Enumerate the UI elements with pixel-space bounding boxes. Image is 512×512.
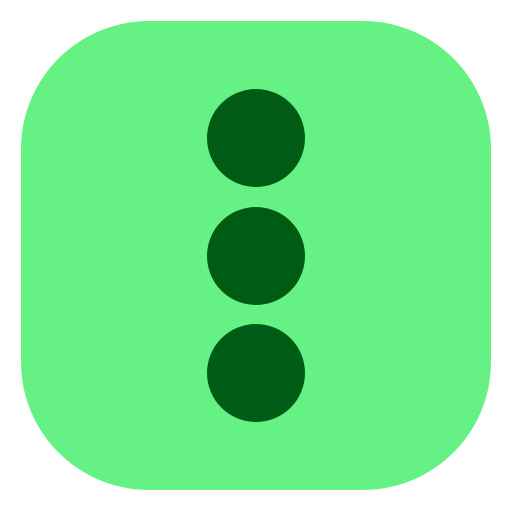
dot-middle bbox=[207, 207, 305, 305]
dot-bottom bbox=[207, 324, 305, 422]
dot-top bbox=[207, 89, 305, 187]
icon-canvas bbox=[0, 0, 512, 512]
more-vertical-icon[interactable] bbox=[21, 21, 491, 490]
